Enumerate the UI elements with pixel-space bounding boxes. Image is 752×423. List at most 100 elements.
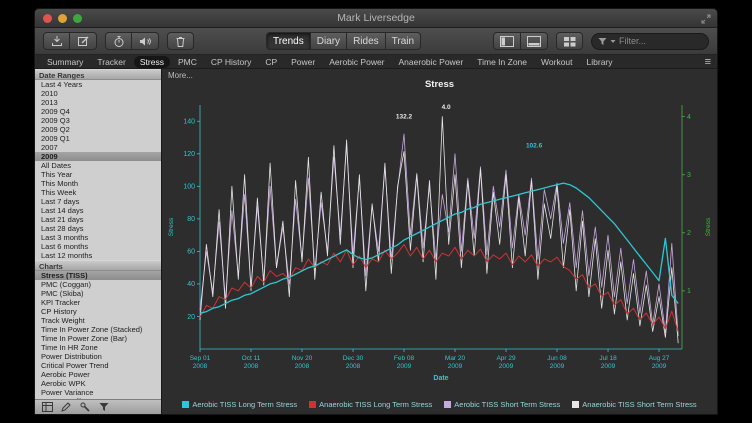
toggle-lowbar-button[interactable] (521, 32, 548, 50)
svg-text:100: 100 (183, 184, 195, 191)
sidebar-item-time-in-hr-zone[interactable]: Time In HR Zone (35, 343, 161, 352)
sidebar-item-cp-history[interactable]: CP History (35, 307, 161, 316)
legend-item-anaerobic-tiss-long-term-stress: Anaerobic TISS Long Term Stress (309, 400, 432, 409)
sidebar-item-last-4-years[interactable]: Last 4 Years (35, 80, 161, 89)
sidebar: Date RangesLast 4 Years201020132009 Q420… (35, 69, 162, 414)
sidebar-item-2010[interactable]: 2010 (35, 89, 161, 98)
sidebar-item-time-in-power-zone-stacked[interactable]: Time In Power Zone (Stacked) (35, 325, 161, 334)
sidebar-item-last-3-months[interactable]: Last 3 months (35, 233, 161, 242)
import-ride-button[interactable] (43, 32, 70, 50)
sidebar-item-last-7-days[interactable]: Last 7 days (35, 197, 161, 206)
close-button[interactable] (43, 14, 52, 23)
sidebar-item-track-weight[interactable]: Track Weight (35, 316, 161, 325)
tab-power[interactable]: Power (285, 56, 321, 68)
zoom-button[interactable] (73, 14, 82, 23)
sidebar-item-last-12-months[interactable]: Last 12 months (35, 251, 161, 260)
delete-ride-button[interactable] (167, 32, 194, 50)
filter-input[interactable] (619, 36, 702, 46)
traffic-lights (43, 14, 82, 23)
wrench-icon[interactable] (80, 402, 91, 412)
sidebar-item-aerobic-wpk[interactable]: Aerobic WPK (35, 379, 161, 388)
chart-wrap: 204060801001201401234Sep 012008Oct 11200… (162, 93, 717, 414)
toggle-sidebar-button[interactable] (493, 32, 521, 50)
svg-text:Sep 01: Sep 01 (189, 355, 210, 362)
view-tab-rides[interactable]: Rides (347, 32, 386, 50)
edit-pencil-icon[interactable] (61, 402, 72, 412)
sidebar-item-last-6-months[interactable]: Last 6 months (35, 242, 161, 251)
sidebar-item-2009[interactable]: 2009 (35, 152, 161, 161)
minimize-button[interactable] (58, 14, 67, 23)
sidebar-item-kpi-tracker[interactable]: KPI Tracker (35, 298, 161, 307)
sidebar-item-2013[interactable]: 2013 (35, 98, 161, 107)
sidebar-item-this-year[interactable]: This Year (35, 170, 161, 179)
svg-text:Nov 20: Nov 20 (291, 355, 312, 362)
tab-workout[interactable]: Workout (535, 56, 579, 68)
view-tab-train[interactable]: Train (386, 32, 421, 50)
svg-text:Aug 27: Aug 27 (648, 355, 669, 362)
sidebar-item-2009-q3[interactable]: 2009 Q3 (35, 116, 161, 125)
legend-item-aerobic-tiss-short-term-stress: Aerobic TISS Short Term Stress (444, 400, 560, 409)
sidebar-item-time-in-power-zone-bar[interactable]: Time In Power Zone (Bar) (35, 334, 161, 343)
tab-stress[interactable]: Stress (134, 56, 170, 68)
svg-text:2009: 2009 (549, 363, 564, 370)
svg-text:4: 4 (687, 114, 691, 121)
tab-anaerobic-power[interactable]: Anaerobic Power (393, 56, 470, 68)
funnel-icon[interactable] (99, 402, 109, 412)
chart-header: More... Stress (162, 69, 717, 93)
chart-legend: Aerobic TISS Long Term Stress Anaerobic T… (182, 398, 696, 414)
filter-box[interactable] (591, 33, 709, 50)
speaker-button[interactable] (132, 32, 159, 50)
tab-cp-history[interactable]: CP History (205, 56, 257, 68)
tile-view-button[interactable] (556, 32, 583, 50)
chart-area: More... Stress 204060801001201401234Sep … (162, 69, 717, 414)
sidebar-item-2009-q2[interactable]: 2009 Q2 (35, 125, 161, 134)
sidebar-item-power-variance[interactable]: Power Variance (35, 388, 161, 397)
svg-text:2009: 2009 (447, 363, 462, 370)
svg-text:2009: 2009 (498, 363, 513, 370)
sidebar-bottom-icon (527, 36, 541, 47)
manual-entry-button[interactable] (70, 32, 97, 50)
sidebar-item-2007[interactable]: 2007 (35, 143, 161, 152)
sidebar-item-last-21-days[interactable]: Last 21 days (35, 215, 161, 224)
sidebar-section-charts: Charts (35, 260, 161, 271)
legend-label: Anaerobic TISS Short Term Stress (582, 400, 696, 409)
chart-menu-icon[interactable]: ≡ (705, 57, 711, 67)
sidebar-item-this-month[interactable]: This Month (35, 179, 161, 188)
tab-aerobic-power[interactable]: Aerobic Power (323, 56, 390, 68)
tab-pmc[interactable]: PMC (172, 56, 203, 68)
sidebar-item-critical-power-trend[interactable]: Critical Power Trend (35, 361, 161, 370)
view-tab-diary[interactable]: Diary (311, 32, 347, 50)
fullscreen-icon[interactable] (701, 14, 711, 24)
legend-item-anaerobic-tiss-short-term-stress: Anaerobic TISS Short Term Stress (572, 400, 696, 409)
stopwatch-icon (113, 35, 125, 48)
tab-time-in-zone[interactable]: Time In Zone (471, 56, 533, 68)
sidebar-item-pmc-coggan[interactable]: PMC (Coggan) (35, 280, 161, 289)
sidebar-item-stress-tiss[interactable]: Stress (TISS) (35, 271, 161, 280)
sidebar-bottom-toolbar (35, 399, 161, 414)
svg-text:Stress: Stress (705, 217, 712, 236)
svg-text:Jul 18: Jul 18 (599, 355, 617, 362)
sidebar-item-pmc-skiba[interactable]: PMC (Skiba) (35, 289, 161, 298)
sidebar-item-aerobic-power[interactable]: Aerobic Power (35, 370, 161, 379)
layout-grid-icon[interactable] (42, 402, 53, 412)
chart-title: Stress (162, 79, 717, 90)
sidebar-item-2009-q4[interactable]: 2009 Q4 (35, 107, 161, 116)
svg-text:Date: Date (433, 375, 448, 382)
sidebar-item-power-distribution[interactable]: Power Distribution (35, 352, 161, 361)
sidebar-item-last-28-days[interactable]: Last 28 days (35, 224, 161, 233)
sidebar-item-all-dates[interactable]: All Dates (35, 161, 161, 170)
sidebar-item-last-14-days[interactable]: Last 14 days (35, 206, 161, 215)
file-actions-group (43, 32, 97, 50)
app-window: Mark Liversedge (34, 8, 718, 415)
sidebar-item-2009-q1[interactable]: 2009 Q1 (35, 134, 161, 143)
tab-library[interactable]: Library (581, 56, 619, 68)
legend-item-aerobic-tiss-long-term-stress: Aerobic TISS Long Term Stress (182, 400, 297, 409)
view-tab-trends[interactable]: Trends (266, 32, 311, 50)
tab-cp[interactable]: CP (259, 56, 283, 68)
svg-text:2008: 2008 (294, 363, 309, 370)
tab-summary[interactable]: Summary (41, 56, 89, 68)
legend-label: Aerobic TISS Long Term Stress (192, 400, 297, 409)
stopwatch-button[interactable] (105, 32, 132, 50)
sidebar-item-this-week[interactable]: This Week (35, 188, 161, 197)
tab-tracker[interactable]: Tracker (91, 56, 132, 68)
